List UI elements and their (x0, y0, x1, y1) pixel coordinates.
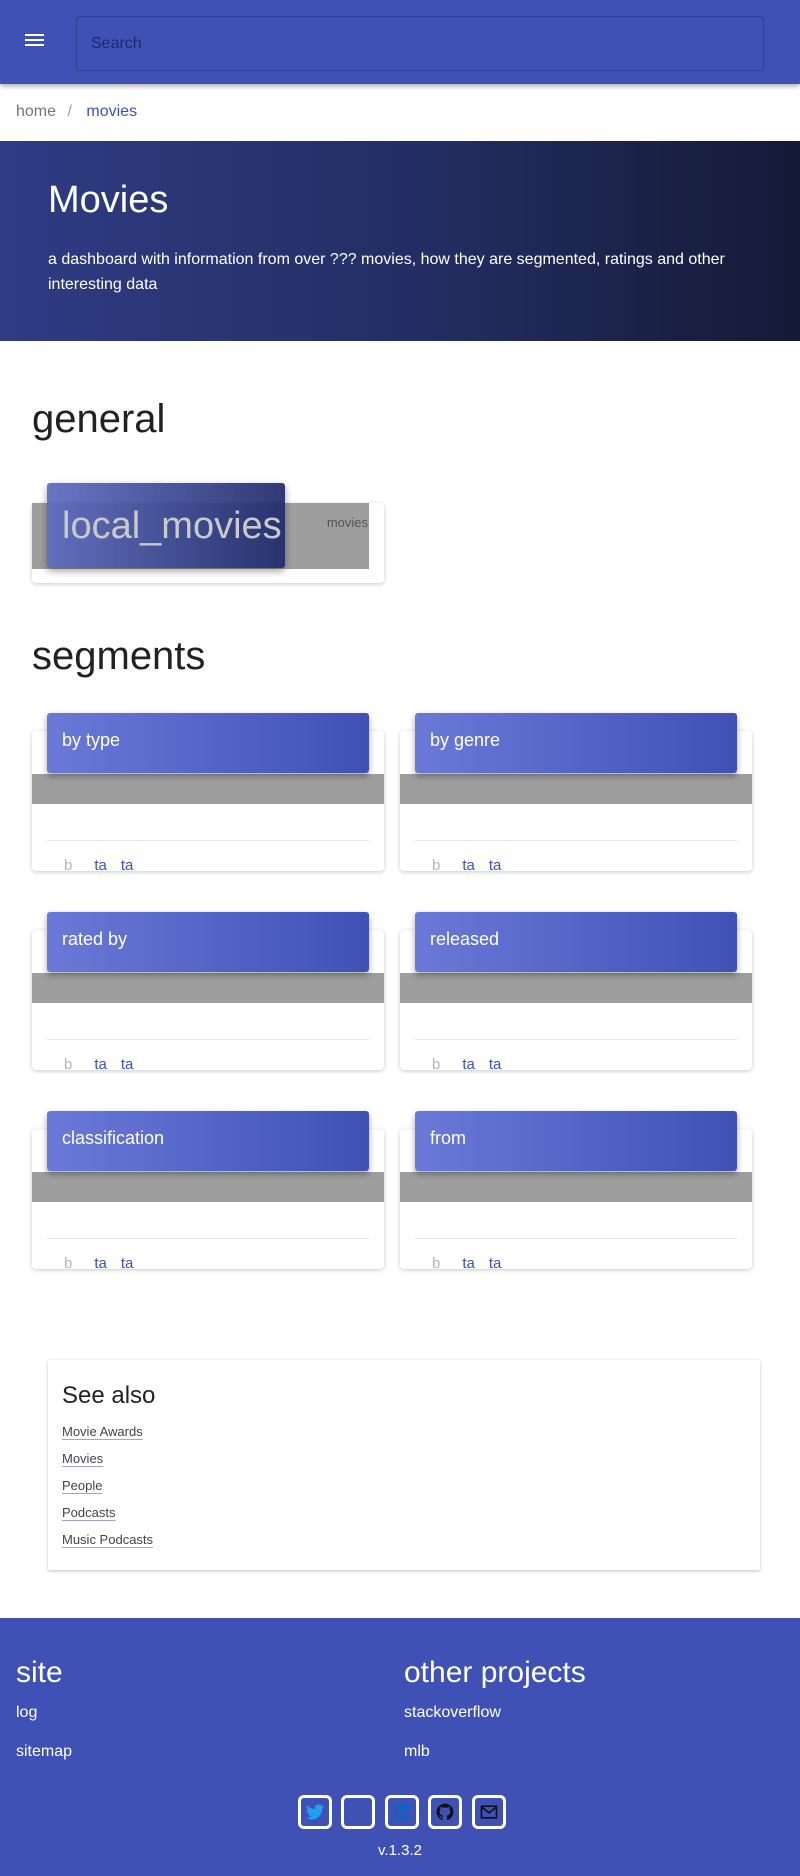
segment-card-from[interactable]: from b ta ta (400, 1111, 752, 1272)
card-footer-ta-link[interactable]: ta (121, 1056, 134, 1073)
see-also-title: See also (62, 1382, 156, 1409)
email-icon[interactable] (471, 1795, 506, 1829)
local-movies-icon: local_movies (62, 505, 282, 547)
breadcrumb-home-link[interactable]: home (16, 103, 56, 120)
footer-link-sitemap[interactable]: sitemap (16, 1743, 72, 1782)
card-footer-ta-link[interactable]: ta (489, 857, 502, 874)
see-also-link[interactable]: Podcasts (62, 1505, 115, 1520)
card-header: released (415, 912, 737, 972)
card-footer: b ta ta (64, 1056, 147, 1073)
card-footer-ta-link[interactable]: ta (489, 1056, 502, 1073)
footer-projects-title: other projects (404, 1656, 586, 1689)
twitter-icon[interactable] (298, 1795, 332, 1829)
card-badge-label: movies (326, 515, 368, 530)
page-title: Movies (48, 179, 169, 221)
page-description: a dashboard with information from over ?… (48, 251, 725, 293)
card-footer-ta-link[interactable]: ta (94, 1255, 107, 1272)
card-footer-b: b (432, 1056, 441, 1073)
card-divider (415, 1238, 737, 1239)
version-label: v.1.3.2 (378, 1842, 422, 1859)
card-footer: b ta ta (64, 857, 147, 874)
segment-card-by-genre[interactable]: by genre b ta ta (400, 713, 752, 874)
card-divider (415, 1039, 737, 1040)
see-also-link[interactable]: Movies (62, 1451, 103, 1466)
list-item: Music Podcasts (62, 1531, 153, 1558)
segment-card-released[interactable]: released b ta ta (400, 912, 752, 1073)
footer-link-mlb[interactable]: mlb (404, 1743, 586, 1782)
section-title-general: general (32, 397, 166, 441)
card-band (400, 973, 752, 1003)
menu-icon[interactable] (22, 30, 48, 54)
see-also-link[interactable]: Movie Awards (62, 1424, 143, 1439)
card-divider (415, 840, 737, 841)
card-footer-b: b (64, 1255, 73, 1272)
list-item: Podcasts (62, 1504, 153, 1531)
card-header: classification (47, 1111, 369, 1171)
see-also-panel: See also Movie Awards Movies People Podc… (48, 1360, 760, 1570)
card-band (400, 774, 752, 804)
breadcrumb: home / movies (16, 103, 137, 121)
card-band (32, 1172, 384, 1202)
card-footer-ta-link[interactable]: ta (94, 1056, 107, 1073)
card-footer-ta-link[interactable]: ta (462, 1255, 475, 1272)
breadcrumb-current-link[interactable]: movies (86, 103, 137, 120)
see-also-link[interactable]: People (62, 1478, 102, 1493)
card-header: from (415, 1111, 737, 1171)
footer-site-title: site (16, 1656, 63, 1689)
footer-link-stackoverflow[interactable]: stackoverflow (404, 1704, 586, 1743)
facebook-icon[interactable] (341, 1795, 376, 1829)
card-footer: b ta ta (432, 1056, 515, 1073)
segment-card-rated-by[interactable]: rated by b ta ta (32, 912, 384, 1073)
linkedin-icon[interactable] (384, 1795, 419, 1829)
section-title-segments: segments (32, 634, 206, 678)
card-header: by type (47, 713, 369, 773)
search-input[interactable] (76, 16, 764, 71)
top-app-bar (0, 0, 800, 84)
card-divider (47, 1238, 369, 1239)
card-header: by genre (415, 713, 737, 773)
breadcrumb-separator: / (67, 103, 72, 120)
see-also-list: Movie Awards Movies People Podcasts Musi… (62, 1423, 153, 1558)
card-footer: b ta ta (64, 1255, 147, 1272)
hero-banner: Movies a dashboard with information from… (0, 141, 800, 341)
card-footer-ta-link[interactable]: ta (462, 1056, 475, 1073)
list-item: Movies (62, 1450, 153, 1477)
card-divider (47, 1039, 369, 1040)
social-links (298, 1795, 511, 1829)
card-footer-ta-link[interactable]: ta (462, 857, 475, 874)
card-footer: b ta ta (432, 1255, 515, 1272)
card-footer: b ta ta (432, 857, 515, 874)
footer-link-log[interactable]: log (16, 1704, 72, 1743)
segment-card-classification[interactable]: classification b ta ta (32, 1111, 384, 1272)
footer-projects-column: other projects stackoverflow mlb (404, 1656, 586, 1782)
github-icon[interactable] (428, 1795, 463, 1829)
card-band (400, 1172, 752, 1202)
card-footer-b: b (64, 1056, 73, 1073)
card-footer-b: b (432, 857, 441, 874)
card-footer-ta-link[interactable]: ta (121, 857, 134, 874)
card-footer-b: b (432, 1255, 441, 1272)
card-band (32, 774, 384, 804)
card-footer-ta-link[interactable]: ta (94, 857, 107, 874)
card-header: rated by (47, 912, 369, 972)
see-also-link[interactable]: Music Podcasts (62, 1532, 153, 1547)
footer-site-column: site log sitemap (16, 1656, 72, 1782)
list-item: Movie Awards (62, 1423, 153, 1450)
card-divider (47, 840, 369, 841)
card-footer-ta-link[interactable]: ta (121, 1255, 134, 1272)
card-footer-b: b (64, 857, 73, 874)
list-item: People (62, 1477, 153, 1504)
page-footer: site log sitemap other projects stackove… (0, 1618, 800, 1876)
card-band (32, 973, 384, 1003)
segment-card-by-type[interactable]: by type b ta ta (32, 713, 384, 874)
card-footer-ta-link[interactable]: ta (489, 1255, 502, 1272)
